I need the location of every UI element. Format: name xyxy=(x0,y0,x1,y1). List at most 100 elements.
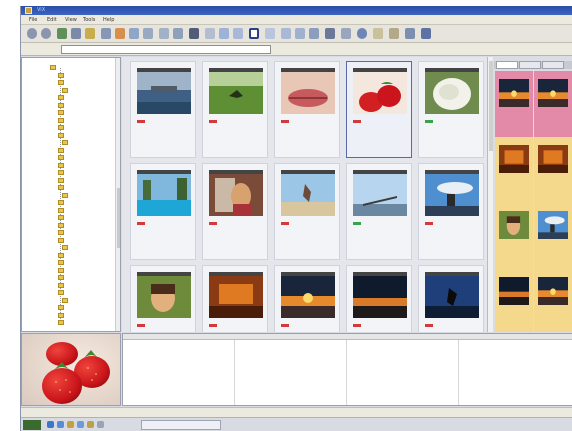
tree-item[interactable] xyxy=(58,79,66,86)
tree-item[interactable] xyxy=(58,304,66,311)
side-panel-tab-2[interactable] xyxy=(519,61,541,69)
thumbnail-card[interactable] xyxy=(418,265,484,332)
view-icon[interactable] xyxy=(129,28,139,39)
tree-item[interactable] xyxy=(58,184,66,191)
tree-item[interactable] xyxy=(58,237,66,244)
tree-item[interactable] xyxy=(58,267,66,274)
wallpaper-icon[interactable] xyxy=(373,28,383,39)
media-icon[interactable] xyxy=(77,421,84,428)
side-panel-item[interactable] xyxy=(534,269,572,332)
explorer-icon[interactable] xyxy=(67,421,74,428)
copy-icon[interactable] xyxy=(101,28,111,39)
grid-scrollbar[interactable] xyxy=(487,57,493,332)
tree-item[interactable] xyxy=(62,297,70,304)
side-panel-item[interactable] xyxy=(495,203,533,269)
tree-item[interactable] xyxy=(58,132,66,139)
tree-item[interactable] xyxy=(58,169,66,176)
tree-scrollbar[interactable] xyxy=(115,58,120,331)
taskbar-app-button[interactable] xyxy=(141,420,221,430)
tiles-icon[interactable] xyxy=(281,28,291,39)
thumbnail-card[interactable] xyxy=(346,61,412,158)
tree-item[interactable] xyxy=(58,154,66,161)
thumbnail-card[interactable] xyxy=(130,163,196,260)
tree-item[interactable] xyxy=(58,312,66,319)
desktop-icon[interactable] xyxy=(97,421,104,428)
thumbnail-card[interactable] xyxy=(346,163,412,260)
thumbnail-card[interactable] xyxy=(418,61,484,158)
print-icon[interactable] xyxy=(309,28,319,39)
folder-icon[interactable] xyxy=(85,28,95,39)
edit-icon[interactable] xyxy=(173,28,183,39)
menu-tools[interactable]: Tools xyxy=(83,17,95,23)
rotate-icon[interactable] xyxy=(295,28,305,39)
search-icon[interactable] xyxy=(405,28,415,39)
tree-item[interactable] xyxy=(58,282,66,289)
menu-file[interactable]: File xyxy=(29,17,37,23)
tree-item[interactable] xyxy=(58,252,66,259)
tree-item[interactable] xyxy=(58,117,66,124)
browser-icon[interactable] xyxy=(47,421,54,428)
tree-item[interactable] xyxy=(58,199,66,206)
tree-item[interactable] xyxy=(58,289,66,296)
filter-icon[interactable] xyxy=(205,28,215,39)
mail-icon[interactable] xyxy=(57,421,64,428)
side-panel-item[interactable] xyxy=(495,269,533,332)
thumbnail-card[interactable] xyxy=(130,265,196,332)
side-panel-item[interactable] xyxy=(534,137,572,203)
side-panel-item[interactable] xyxy=(534,71,572,137)
side-panel-tab-3[interactable] xyxy=(542,61,564,69)
user-icon[interactable] xyxy=(325,28,335,39)
move-icon[interactable] xyxy=(115,28,125,39)
slideshow-icon[interactable] xyxy=(159,28,169,39)
tree-item[interactable] xyxy=(58,124,66,131)
thumbnail-card[interactable] xyxy=(418,163,484,260)
list-view-icon[interactable] xyxy=(219,28,229,39)
tree-item[interactable] xyxy=(62,244,70,251)
thumbnail-card[interactable] xyxy=(202,163,268,260)
tree-item[interactable] xyxy=(58,229,66,236)
large-icons-icon[interactable] xyxy=(265,28,275,39)
tree-item[interactable] xyxy=(62,87,70,94)
thumbnail-card[interactable] xyxy=(274,265,340,332)
thumbnail-card[interactable] xyxy=(202,265,268,332)
refresh-icon[interactable] xyxy=(71,28,81,39)
thumbnail-card[interactable] xyxy=(274,61,340,158)
grid-scrollbar-thumb[interactable] xyxy=(489,61,493,151)
zoom-icon[interactable] xyxy=(143,28,153,39)
tree-item[interactable] xyxy=(58,147,66,154)
quicklaunch-icon[interactable] xyxy=(87,421,94,428)
tree-item[interactable] xyxy=(58,207,66,214)
up-folder-icon[interactable] xyxy=(57,28,67,39)
back-icon[interactable] xyxy=(27,28,37,39)
address-input[interactable] xyxy=(61,45,271,54)
tree-item[interactable] xyxy=(58,72,66,79)
tree-item[interactable] xyxy=(50,64,58,71)
tree-scrollbar-thumb[interactable] xyxy=(117,188,120,248)
tree-item[interactable] xyxy=(58,274,66,281)
menu-help[interactable]: Help xyxy=(103,17,114,23)
tree-item[interactable] xyxy=(58,222,66,229)
menu-view[interactable]: View xyxy=(65,17,77,23)
thumbnail-card[interactable] xyxy=(202,61,268,158)
tree-item[interactable] xyxy=(58,94,66,101)
tree-item[interactable] xyxy=(58,319,66,326)
forward-icon[interactable] xyxy=(41,28,51,39)
tree-item[interactable] xyxy=(58,162,66,169)
tree-item[interactable] xyxy=(58,259,66,266)
globe-icon[interactable] xyxy=(357,28,367,39)
side-panel-item[interactable] xyxy=(534,203,572,269)
start-button[interactable] xyxy=(23,420,41,430)
thumbnail-card[interactable] xyxy=(130,61,196,158)
side-panel-tab-1[interactable] xyxy=(496,61,518,69)
sort-icon[interactable] xyxy=(189,28,199,39)
tree-item[interactable] xyxy=(62,139,70,146)
properties-icon[interactable] xyxy=(389,28,399,39)
side-panel-item[interactable] xyxy=(495,71,533,137)
thumbnail-card[interactable] xyxy=(274,163,340,260)
tree-item[interactable] xyxy=(58,102,66,109)
menu-edit[interactable]: Edit xyxy=(47,17,57,23)
tree-item[interactable] xyxy=(58,109,66,116)
tree-item[interactable] xyxy=(58,177,66,184)
tree-item[interactable] xyxy=(62,192,70,199)
thumbnail-view-icon[interactable] xyxy=(249,28,259,39)
